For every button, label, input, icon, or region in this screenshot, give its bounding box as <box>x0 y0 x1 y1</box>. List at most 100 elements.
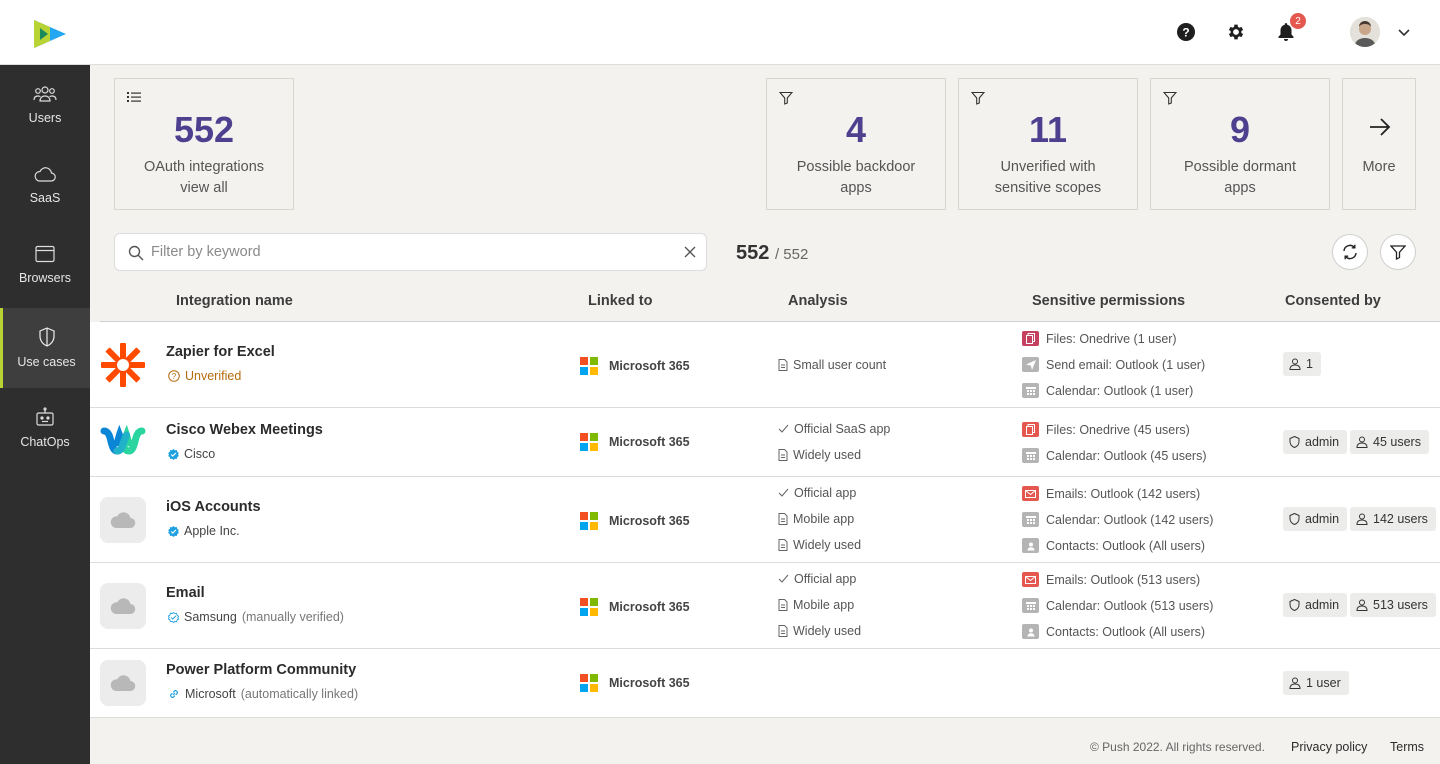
stat-card-dormant[interactable]: 9 Possible dormant apps <box>1150 78 1330 210</box>
permission-item: Calendar: Outlook (45 users) <box>1022 448 1207 463</box>
table-row[interactable]: Power Platform Community Microsoft (auto… <box>90 649 1440 718</box>
push-logo[interactable] <box>32 18 68 50</box>
column-header-integration[interactable]: Integration name <box>176 293 293 309</box>
stat-card-total[interactable]: 552 OAuth integrations view all <box>114 78 294 210</box>
integrations-table: Zapier for Excel ? Unverified Microsoft … <box>90 322 1440 718</box>
terms-link[interactable]: Terms <box>1390 740 1424 754</box>
integration-name[interactable]: iOS Accounts <box>166 499 261 515</box>
column-header-analysis[interactable]: Analysis <box>788 293 848 309</box>
analysis-item: Official app <box>778 486 856 500</box>
sidebar-item-chatops[interactable]: ChatOps <box>0 388 90 468</box>
consent-chip-users[interactable]: 45 users <box>1350 430 1429 454</box>
gear-icon[interactable] <box>1226 22 1246 42</box>
check-icon <box>778 574 789 584</box>
stat-card-backdoor[interactable]: 4 Possible backdoor apps <box>766 78 946 210</box>
linked-name: Microsoft 365 <box>609 676 690 690</box>
table-row[interactable]: Zapier for Excel ? Unverified Microsoft … <box>90 322 1440 408</box>
analysis-item: Mobile app <box>778 598 854 612</box>
consent-chip-users[interactable]: 142 users <box>1350 507 1436 531</box>
column-header-permissions[interactable]: Sensitive permissions <box>1032 293 1185 309</box>
permission-text: Calendar: Outlook (45 users) <box>1046 449 1207 463</box>
table-row[interactable]: iOS Accounts Apple Inc. Microsoft 365 Of… <box>90 477 1440 563</box>
table-row[interactable]: Cisco Webex Meetings Cisco Microsoft 365… <box>90 408 1440 477</box>
permission-text: Contacts: Outlook (All users) <box>1046 625 1205 639</box>
sidebar-item-users[interactable]: Users <box>0 65 90 145</box>
linked-name: Microsoft 365 <box>609 359 690 373</box>
consent-text: 142 users <box>1373 512 1428 526</box>
verified-icon <box>168 526 179 537</box>
stat-value: 552 <box>115 109 293 151</box>
permission-text: Calendar: Outlook (142 users) <box>1046 513 1213 527</box>
integration-name[interactable]: Zapier for Excel <box>166 344 275 360</box>
consent-chip-users[interactable]: 513 users <box>1350 593 1436 617</box>
linked-to: Microsoft 365 <box>580 512 690 530</box>
integration-name[interactable]: Power Platform Community <box>166 662 356 678</box>
analysis-item: Official SaaS app <box>778 422 890 436</box>
publisher: Microsoft (automatically linked) <box>168 687 358 701</box>
permission-item: Emails: Outlook (142 users) <box>1022 486 1200 501</box>
linked-to: Microsoft 365 <box>580 674 690 692</box>
verified-icon <box>168 449 179 460</box>
sidebar-item-label: SaaS <box>30 191 61 205</box>
stat-label: Possible dormant apps <box>1161 157 1319 199</box>
analysis-text: Mobile app <box>793 598 854 612</box>
shield-icon <box>1289 436 1300 448</box>
consent-chip-admin[interactable]: admin <box>1283 593 1347 617</box>
svg-text:?: ? <box>1182 26 1189 40</box>
permission-text: Files: Onedrive (45 users) <box>1046 423 1190 437</box>
analysis-item: Mobile app <box>778 512 854 526</box>
sidebar-item-label: Browsers <box>19 271 71 285</box>
analysis-item: Small user count <box>778 358 886 372</box>
filter-button[interactable] <box>1380 234 1416 270</box>
consent-text: 1 user <box>1306 676 1341 690</box>
filter-icon <box>1163 91 1177 105</box>
stat-value: 11 <box>959 109 1137 151</box>
stat-label-line2: apps <box>777 178 935 199</box>
user-icon <box>1289 677 1301 689</box>
microsoft-icon <box>580 674 598 692</box>
publisher-note: (automatically linked) <box>241 687 358 701</box>
publisher: Apple Inc. <box>168 524 240 538</box>
calendar-icon <box>1022 383 1039 398</box>
stat-label-line2: apps <box>1161 178 1319 199</box>
consent-text: admin <box>1305 512 1339 526</box>
list-icon <box>127 91 141 103</box>
publisher: ? Unverified <box>168 369 241 383</box>
refresh-button[interactable] <box>1332 234 1368 270</box>
zapier-icon <box>100 342 146 388</box>
user-icon <box>1356 436 1368 448</box>
stat-label-line2[interactable]: view all <box>125 178 283 199</box>
stat-card-unverified[interactable]: 11 Unverified with sensitive scopes <box>958 78 1138 210</box>
integration-name[interactable]: Cisco Webex Meetings <box>166 422 323 438</box>
sidebar-item-browsers[interactable]: Browsers <box>0 225 90 305</box>
consent-chip-admin[interactable]: admin <box>1283 430 1347 454</box>
privacy-policy-link[interactable]: Privacy policy <box>1291 740 1367 754</box>
help-icon[interactable]: ? <box>1176 22 1196 42</box>
analysis-item: Widely used <box>778 448 861 462</box>
consent-text: 45 users <box>1373 435 1421 449</box>
more-button[interactable]: More <box>1342 78 1416 210</box>
linked-name: Microsoft 365 <box>609 435 690 449</box>
consent-chip-users[interactable]: 1 user <box>1283 671 1349 695</box>
consent-chip-admin[interactable]: admin <box>1283 507 1347 531</box>
sidebar-item-saas[interactable]: SaaS <box>0 145 90 225</box>
column-header-consented[interactable]: Consented by <box>1285 293 1381 309</box>
search-input[interactable] <box>151 242 671 262</box>
verified-outline-icon <box>168 612 179 623</box>
document-icon <box>778 625 788 637</box>
permission-item: Emails: Outlook (513 users) <box>1022 572 1200 587</box>
table-row[interactable]: Email Samsung (manually verified) Micros… <box>90 563 1440 649</box>
chevron-down-icon[interactable] <box>1396 24 1412 40</box>
microsoft-icon <box>580 357 598 375</box>
analysis-text: Small user count <box>793 358 886 372</box>
stat-label-line1: OAuth integrations <box>125 157 283 178</box>
avatar[interactable] <box>1350 17 1380 47</box>
sidebar-item-use-cases[interactable]: Use cases <box>0 308 90 388</box>
clear-icon[interactable] <box>684 246 696 258</box>
linked-to: Microsoft 365 <box>580 357 690 375</box>
column-header-linked[interactable]: Linked to <box>588 293 652 309</box>
publisher-name: Microsoft <box>185 687 236 701</box>
integration-name[interactable]: Email <box>166 585 205 601</box>
consent-chip[interactable]: 1 <box>1283 352 1321 376</box>
permission-item: Send email: Outlook (1 user) <box>1022 357 1205 372</box>
